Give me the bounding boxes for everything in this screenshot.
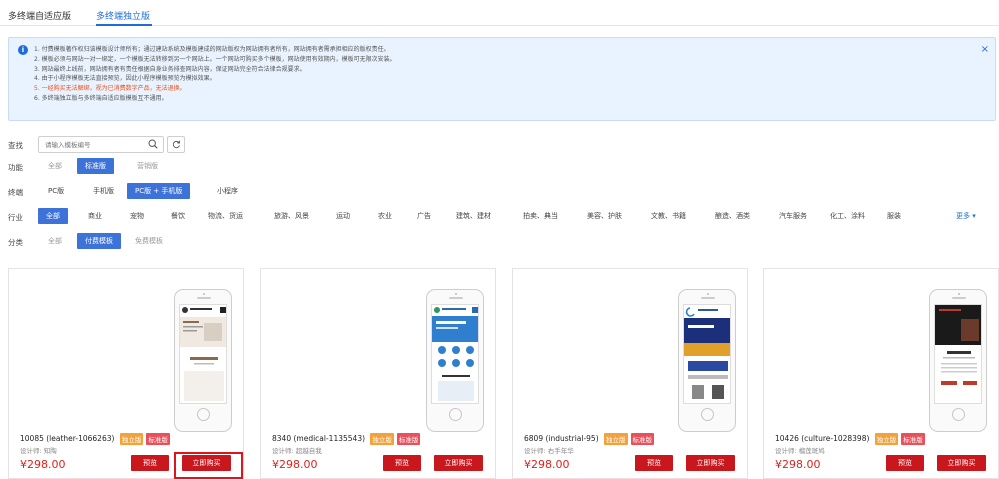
price: ¥298.00 [775,458,821,471]
industry-option[interactable]: 汽车服务 [771,208,815,224]
independent-badge: 独立版 [370,433,394,445]
price: ¥298.00 [524,458,570,471]
close-icon[interactable]: × [981,44,989,55]
preview-button[interactable]: 预览 [131,455,169,471]
template-thumbnail [179,304,227,404]
category-option-all[interactable]: 全部 [40,233,70,249]
notice-line-warning: 5. 一经购买无法解绑，视为已消费数字产品，无法退换。 [34,85,186,93]
industry-option[interactable]: 物流、货运 [200,208,251,224]
preview-button[interactable]: 预览 [383,455,421,471]
buy-now-button[interactable]: 立即购买 [182,455,231,471]
buy-now-button[interactable]: 立即购买 [937,455,986,471]
preview-button[interactable]: 预览 [886,455,924,471]
industry-option[interactable]: 广告 [409,208,439,224]
active-tab-underline [96,24,152,26]
tab-adaptive-edition[interactable]: 多终端自适应版 [8,9,71,22]
notice-lines: 1. 付费模板著作权归该模板设计师所有；通过建站系统及模板建成的网站版权为网站拥… [34,45,396,104]
template-thumbnail [431,304,479,404]
designer-text: 设计师: 超越自我 [272,447,322,455]
category-option-free[interactable]: 免费模板 [127,233,171,249]
notice-line: 1. 付费模板著作权归该模板设计师所有；通过建站系统及模板建成的网站版权为网站拥… [34,46,390,53]
function-option-all[interactable]: 全部 [40,158,70,174]
independent-badge: 独立版 [874,433,899,445]
category-option-paid[interactable]: 付费模板 [77,233,121,249]
search-label: 查找 [8,141,23,150]
template-thumbnail [683,304,731,404]
function-option-marketing[interactable]: 营销版 [129,158,166,174]
preview-button[interactable]: 预览 [635,455,673,471]
notice-line: 3. 网站最终上线前，网站拥有者有责任根据自身业务排查网站内容，保证网站完全符合… [34,65,306,73]
template-preview-area[interactable] [513,269,747,432]
template-card[interactable]: 8340 (medical-1135543) 独立版 标准版 设计师: 超越自我 … [260,268,496,479]
template-title: 10426 (culture-1028398) 独立版 标准版 [775,433,925,445]
template-title: 10085 (leather-1066263) 独立版 标准版 [20,433,170,445]
industry-option[interactable]: 运动 [328,208,358,224]
template-preview-area[interactable] [764,269,998,432]
template-search-input[interactable] [38,136,164,153]
function-label: 功能 [8,163,23,172]
template-preview-area[interactable] [261,269,495,432]
independent-badge: 独立版 [604,433,628,445]
search-icon[interactable] [148,139,158,149]
notice-line: 6. 多终端独立版与多终端自适应版模板互不通用。 [34,94,168,102]
industry-option[interactable]: 酿造、酒类 [707,208,758,224]
standard-badge: 标准版 [146,433,170,445]
designer-text: 设计师: 榴莲斑鸠 [775,447,825,455]
template-preview-area[interactable] [9,269,243,432]
template-card[interactable]: 10426 (culture-1028398) 独立版 标准版 设计师: 榴莲斑鸠… [763,268,999,479]
industry-label: 行业 [8,213,23,222]
template-card[interactable]: 6809 (industrial-95) 独立版 标准版 设计师: 右手年华 ¥2… [512,268,748,479]
price: ¥298.00 [20,458,66,471]
industry-option[interactable]: 农业 [370,208,400,224]
industry-option[interactable]: 商业 [80,208,110,224]
tab-independent-edition[interactable]: 多终端独立版 [96,9,150,22]
notice-line: 4. 由于小程序模板无法直接预览，因此小程序模板预览为模拟效果。 [34,75,216,83]
function-option-standard[interactable]: 标准版 [77,158,114,174]
industry-option[interactable]: 全部 [38,208,68,224]
template-title: 8340 (medical-1135543) 独立版 标准版 [272,433,421,445]
standard-badge: 标准版 [901,433,925,445]
phone-mockup [929,289,987,432]
edition-tabs: 多终端自适应版 多终端独立版 [0,0,999,26]
industry-option[interactable]: 建筑、建材 [448,208,499,224]
industry-option[interactable]: 拍卖、典当 [515,208,566,224]
phone-mockup [174,289,232,432]
refresh-button[interactable] [167,136,185,153]
terminal-option-pc[interactable]: PC版 [40,183,72,199]
standard-badge: 标准版 [630,433,655,445]
refresh-icon [172,140,181,149]
terminal-option-mobile[interactable]: 手机版 [85,183,122,199]
standard-badge: 标准版 [396,433,421,445]
designer-text: 设计师: 知陶 [20,447,57,455]
terminal-label: 终端 [8,188,23,197]
notice-line: 2. 模板必须与网站一对一绑定，一个模板无法转移到另一个网站上。一个网站可购买多… [34,55,396,63]
terminal-option-pc-mobile[interactable]: PC版 + 手机版 [127,183,191,199]
industry-option[interactable]: 服装 [879,208,909,224]
buy-now-button[interactable]: 立即购买 [686,455,735,471]
industry-option[interactable]: 餐饮 [163,208,193,224]
notice-box: i 1. 付费模板著作权归该模板设计师所有；通过建站系统及模板建成的网站版权为网… [8,37,996,121]
buy-now-button[interactable]: 立即购买 [434,455,483,471]
independent-badge: 独立版 [119,433,144,445]
industry-option[interactable]: 化工、涂料 [822,208,873,224]
industry-option[interactable]: 文教、书籍 [643,208,694,224]
info-icon: i [18,45,28,55]
template-card[interactable]: 10085 (leather-1066263) 独立版 标准版 设计师: 知陶 ¥… [8,268,244,479]
industry-option[interactable]: 宠物 [122,208,152,224]
template-thumbnail [934,304,982,404]
industry-option[interactable]: 美容、护肤 [579,208,630,224]
phone-mockup [678,289,736,432]
price: ¥298.00 [272,458,318,471]
designer-text: 设计师: 右手年华 [524,447,574,455]
terminal-option-miniprogram[interactable]: 小程序 [209,183,246,199]
category-label: 分类 [8,238,23,247]
phone-mockup [426,289,484,432]
industry-option[interactable]: 旅游、风景 [266,208,317,224]
template-title: 6809 (industrial-95) 独立版 标准版 [524,433,655,445]
more-industries-link[interactable]: 更多 ▾ [956,211,976,221]
